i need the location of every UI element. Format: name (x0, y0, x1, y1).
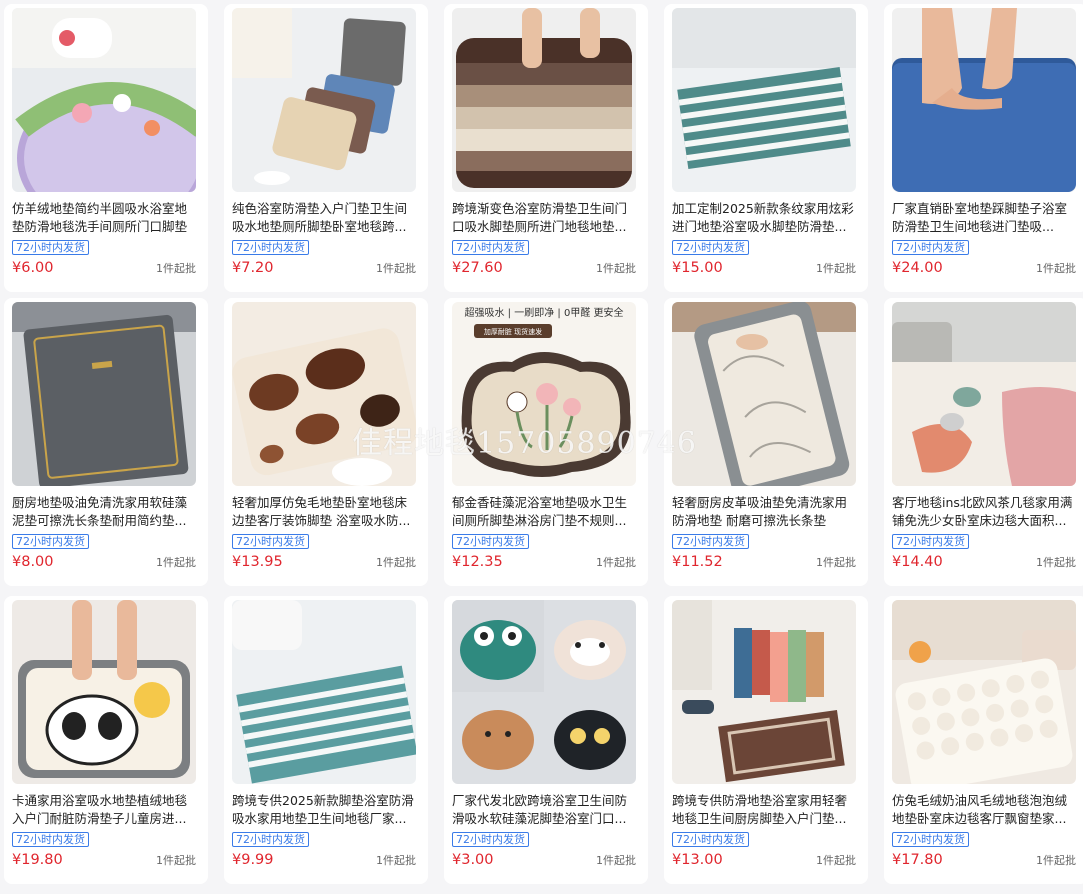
min-order: 1件起批 (376, 854, 416, 867)
product-title[interactable]: 仿羊绒地垫简约半圆吸水浴室地垫防滑地毯洗手间厕所门口脚垫 (12, 200, 196, 236)
product-image[interactable] (672, 8, 856, 192)
min-order: 1件起批 (156, 556, 196, 569)
product-image[interactable] (12, 302, 196, 486)
price: ¥14.40 (892, 554, 943, 570)
product-title[interactable]: 厂家代发北欧跨境浴室卫生间防滑吸水软硅藻泥脚垫浴室门口... (452, 792, 636, 828)
min-order: 1件起批 (596, 556, 636, 569)
shipping-badge: 72小时内发货 (452, 240, 529, 255)
price: ¥24.00 (892, 260, 943, 276)
product-card[interactable]: 跨境渐变色浴室防滑垫卫生间门口吸水脚垫厕所进门地毯地垫... 72小时内发货 ¥… (444, 4, 648, 292)
shipping-badge: 72小时内发货 (232, 832, 309, 847)
product-image[interactable] (672, 600, 856, 784)
product-image[interactable] (12, 8, 196, 192)
shipping-badge: 72小时内发货 (892, 240, 969, 255)
min-order: 1件起批 (816, 854, 856, 867)
shipping-badge: 72小时内发货 (672, 534, 749, 549)
product-card[interactable]: 仿兔毛绒奶油风毛绒地毯泡泡绒地垫卧室床边毯客厅飘窗垫家... 72小时内发货 ¥… (884, 596, 1083, 884)
product-title[interactable]: 厨房地垫吸油免清洗家用软硅藻泥垫可擦洗长条垫耐用简约垫... (12, 494, 196, 530)
product-card[interactable]: 纯色浴室防滑垫入户门垫卫生间吸水地垫厕所脚垫卧室地毯跨... 72小时内发货 ¥… (224, 4, 428, 292)
product-title[interactable]: 跨境专供2025新款脚垫浴室防滑吸水家用地垫卫生间地毯厂家... (232, 792, 416, 828)
product-image[interactable] (232, 8, 416, 192)
price: ¥13.95 (232, 554, 283, 570)
min-order: 1件起批 (156, 262, 196, 275)
product-card[interactable]: 厂家直销卧室地垫踩脚垫子浴室防滑垫卫生间地毯进门垫吸... 72小时内发货 ¥2… (884, 4, 1083, 292)
product-card[interactable]: 仿羊绒地垫简约半圆吸水浴室地垫防滑地毯洗手间厕所门口脚垫 72小时内发货 ¥6.… (4, 4, 208, 292)
product-title[interactable]: 仿兔毛绒奶油风毛绒地毯泡泡绒地垫卧室床边毯客厅飘窗垫家... (892, 792, 1076, 828)
min-order: 1件起批 (156, 854, 196, 867)
product-title[interactable]: 轻奢厨房皮革吸油垫免清洗家用防滑地垫 耐磨可擦洗长条垫 (672, 494, 856, 530)
shipping-badge: 72小时内发货 (892, 832, 969, 847)
product-image[interactable] (232, 302, 416, 486)
shipping-badge: 72小时内发货 (12, 534, 89, 549)
shipping-badge: 72小时内发货 (452, 832, 529, 847)
price: ¥27.60 (452, 260, 503, 276)
product-image[interactable] (892, 600, 1076, 784)
shipping-badge: 72小时内发货 (12, 832, 89, 847)
shipping-badge: 72小时内发货 (672, 240, 749, 255)
price: ¥13.00 (672, 852, 723, 868)
product-image[interactable] (12, 600, 196, 784)
min-order: 1件起批 (596, 854, 636, 867)
min-order: 1件起批 (596, 262, 636, 275)
price: ¥15.00 (672, 260, 723, 276)
min-order: 1件起批 (816, 556, 856, 569)
price: ¥9.99 (232, 852, 274, 868)
price: ¥8.00 (12, 554, 54, 570)
product-card[interactable]: 跨境专供防滑地垫浴室家用轻奢地毯卫生间厨房脚垫入户门垫... 72小时内发货 ¥… (664, 596, 868, 884)
min-order: 1件起批 (376, 262, 416, 275)
min-order: 1件起批 (1036, 854, 1076, 867)
price: ¥7.20 (232, 260, 274, 276)
price: ¥19.80 (12, 852, 63, 868)
product-card[interactable]: 轻奢加厚仿兔毛地垫卧室地毯床边垫客厅装饰脚垫 浴室吸水防... 72小时内发货 … (224, 298, 428, 586)
product-card[interactable]: 客厅地毯ins北欧风茶几毯家用满铺免洗少女卧室床边毯大面积... 72小时内发货… (884, 298, 1083, 586)
product-title[interactable]: 跨境专供防滑地垫浴室家用轻奢地毯卫生间厨房脚垫入户门垫... (672, 792, 856, 828)
min-order: 1件起批 (1036, 262, 1076, 275)
product-title[interactable]: 郁金香硅藻泥浴室地垫吸水卫生间厕所脚垫淋浴房门垫不规则... (452, 494, 636, 530)
product-title[interactable]: 纯色浴室防滑垫入户门垫卫生间吸水地垫厕所脚垫卧室地毯跨... (232, 200, 416, 236)
product-image[interactable] (892, 8, 1076, 192)
shipping-badge: 72小时内发货 (452, 534, 529, 549)
product-image[interactable] (452, 600, 636, 784)
product-card[interactable]: 跨境专供2025新款脚垫浴室防滑吸水家用地垫卫生间地毯厂家... 72小时内发货… (224, 596, 428, 884)
product-title[interactable]: 轻奢加厚仿兔毛地垫卧室地毯床边垫客厅装饰脚垫 浴室吸水防... (232, 494, 416, 530)
product-image[interactable]: 超强吸水 | 一刷即净 | 0甲醛 更安全 加厚耐脏 现货速发 (452, 302, 636, 486)
product-title[interactable]: 厂家直销卧室地垫踩脚垫子浴室防滑垫卫生间地毯进门垫吸... (892, 200, 1076, 236)
product-grid: 仿羊绒地垫简约半圆吸水浴室地垫防滑地毯洗手间厕所门口脚垫 72小时内发货 ¥6.… (4, 0, 1083, 894)
image-badge-text: 加厚耐脏 现货速发 (484, 327, 542, 336)
product-image[interactable] (232, 600, 416, 784)
shipping-badge: 72小时内发货 (232, 240, 309, 255)
price: ¥11.52 (672, 554, 723, 570)
product-title[interactable]: 跨境渐变色浴室防滑垫卫生间门口吸水脚垫厕所进门地毯地垫... (452, 200, 636, 236)
shipping-badge: 72小时内发货 (892, 534, 969, 549)
product-card[interactable]: 加工定制2025新款条纹家用炫彩进门地垫浴室吸水脚垫防滑垫... 72小时内发货… (664, 4, 868, 292)
price: ¥6.00 (12, 260, 54, 276)
product-card[interactable]: 厨房地垫吸油免清洗家用软硅藻泥垫可擦洗长条垫耐用简约垫... 72小时内发货 ¥… (4, 298, 208, 586)
price: ¥12.35 (452, 554, 503, 570)
product-card[interactable]: 超强吸水 | 一刷即净 | 0甲醛 更安全 加厚耐脏 现货速发 郁金香硅藻泥浴室… (444, 298, 648, 586)
product-card[interactable]: 轻奢厨房皮革吸油垫免清洗家用防滑地垫 耐磨可擦洗长条垫 72小时内发货 ¥11.… (664, 298, 868, 586)
product-title[interactable]: 加工定制2025新款条纹家用炫彩进门地垫浴室吸水脚垫防滑垫... (672, 200, 856, 236)
product-card[interactable]: 卡通家用浴室吸水地垫植绒地毯入户门耐脏防滑垫子儿童房进... 72小时内发货 ¥… (4, 596, 208, 884)
product-image[interactable] (452, 8, 636, 192)
product-image[interactable] (672, 302, 856, 486)
product-title[interactable]: 卡通家用浴室吸水地垫植绒地毯入户门耐脏防滑垫子儿童房进... (12, 792, 196, 828)
shipping-badge: 72小时内发货 (12, 240, 89, 255)
min-order: 1件起批 (1036, 556, 1076, 569)
shipping-badge: 72小时内发货 (672, 832, 749, 847)
price: ¥17.80 (892, 852, 943, 868)
product-image[interactable] (892, 302, 1076, 486)
product-card[interactable]: 厂家代发北欧跨境浴室卫生间防滑吸水软硅藻泥脚垫浴室门口... 72小时内发货 ¥… (444, 596, 648, 884)
product-title[interactable]: 客厅地毯ins北欧风茶几毯家用满铺免洗少女卧室床边毯大面积... (892, 494, 1076, 530)
min-order: 1件起批 (816, 262, 856, 275)
image-banner-text: 超强吸水 | 一刷即净 | 0甲醛 更安全 (465, 306, 624, 319)
min-order: 1件起批 (376, 556, 416, 569)
price: ¥3.00 (452, 852, 494, 868)
shipping-badge: 72小时内发货 (232, 534, 309, 549)
